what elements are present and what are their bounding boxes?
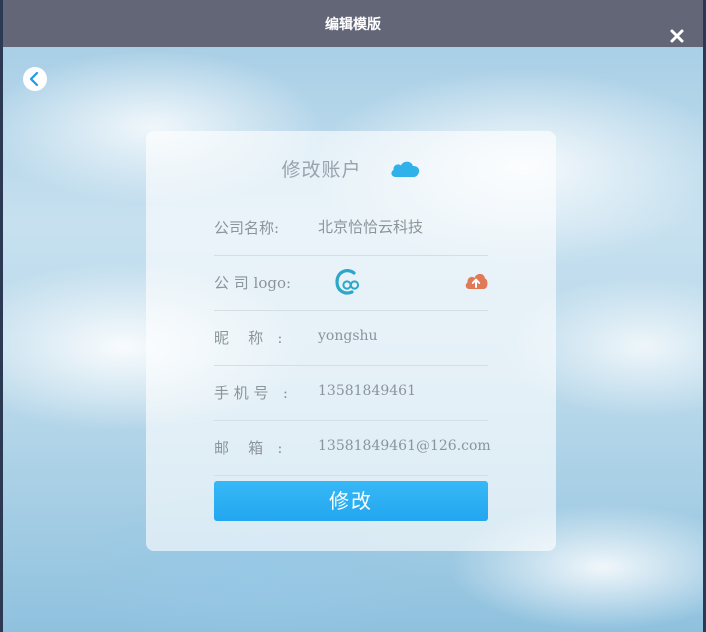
email-label: 邮 箱 :	[214, 439, 283, 457]
form-header: 修改账户	[146, 155, 556, 183]
edit-template-dialog: 编辑模版 修改账户 公司名称: 北京恰恰云科技 公 司 logo: 昵 称: …	[3, 0, 703, 632]
cloud-icon	[389, 159, 421, 179]
company-name-field[interactable]: 北京恰恰云科技	[318, 216, 423, 237]
form-title: 修改账户	[281, 159, 362, 181]
dialog-title: 编辑模版	[325, 17, 381, 33]
email-row: 邮 箱 : 13581849461@126.com	[214, 421, 491, 476]
email-field[interactable]: 13581849461@126.com	[318, 438, 491, 454]
submit-button[interactable]: 修改	[214, 481, 488, 521]
company-logo-icon	[334, 268, 360, 296]
phone-field[interactable]: 13581849461	[318, 383, 416, 399]
dialog-titlebar: 编辑模版	[3, 0, 703, 47]
company-name-row: 公司名称: 北京恰恰云科技	[214, 201, 488, 256]
company-logo-row: 公 司 logo:	[214, 256, 488, 311]
chevron-left-icon	[29, 71, 39, 87]
account-form-card: 修改账户 公司名称: 北京恰恰云科技 公 司 logo: 昵 称: yongs…	[146, 131, 556, 551]
close-icon[interactable]	[669, 15, 685, 43]
company-name-label: 公司名称:	[214, 219, 280, 237]
nickname-field[interactable]: yongshu	[318, 328, 378, 344]
back-button[interactable]	[23, 67, 47, 91]
nickname-row: 昵 称 : yongshu	[214, 311, 488, 366]
cloud-upload-icon[interactable]	[464, 271, 488, 291]
nickname-label: 昵 称 :	[214, 329, 283, 347]
phone-label: 手 机 号 :	[214, 384, 288, 402]
phone-row: 手 机 号 : 13581849461	[214, 366, 488, 421]
company-logo-label: 公 司 logo:	[214, 274, 292, 292]
